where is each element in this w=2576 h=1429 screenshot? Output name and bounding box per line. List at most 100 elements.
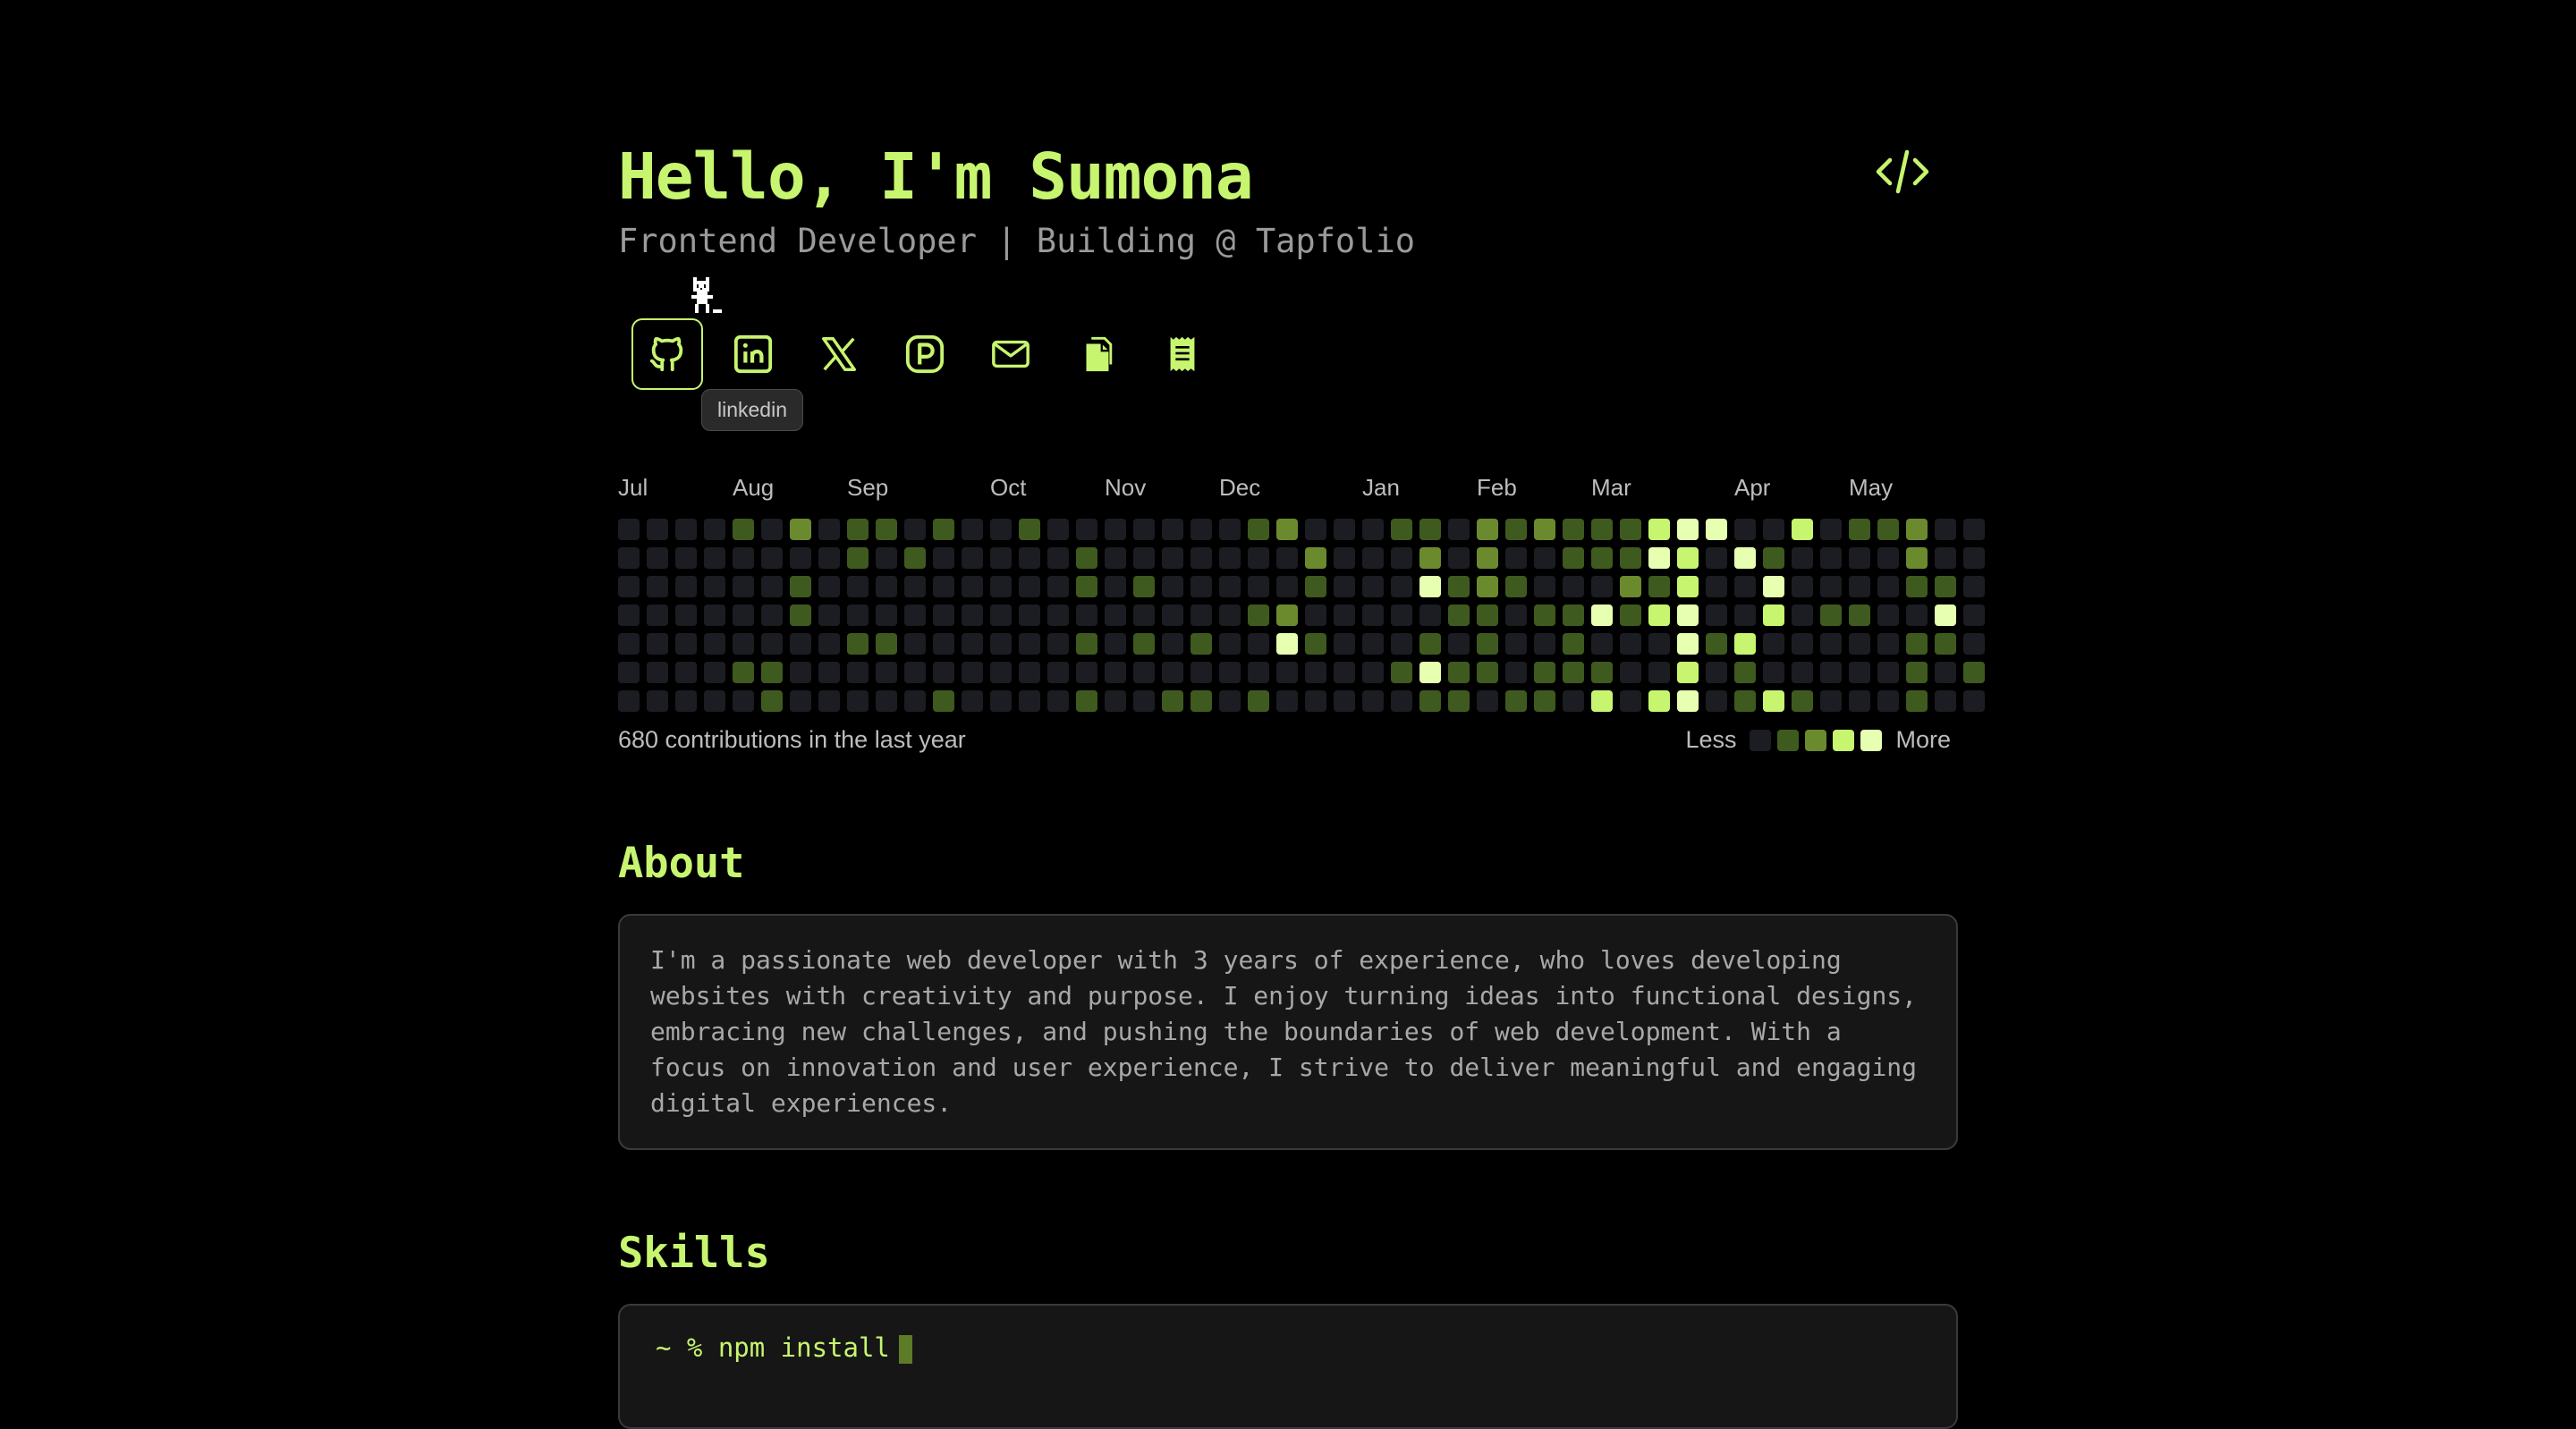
- contribution-cell[interactable]: [1133, 662, 1155, 683]
- contribution-cell[interactable]: [675, 576, 697, 597]
- email-link[interactable]: [975, 318, 1046, 390]
- contribution-cell[interactable]: [790, 519, 811, 540]
- contribution-cell[interactable]: [1391, 605, 1412, 626]
- contribution-cell[interactable]: [1448, 547, 1470, 569]
- contribution-cell[interactable]: [1133, 576, 1155, 597]
- contribution-cell[interactable]: [1677, 519, 1699, 540]
- contribution-cell[interactable]: [1792, 690, 1813, 712]
- contribution-cell[interactable]: [1734, 633, 1756, 655]
- contribution-cell[interactable]: [1563, 547, 1584, 569]
- contribution-cell[interactable]: [1076, 576, 1097, 597]
- contribution-cell[interactable]: [1019, 662, 1040, 683]
- contribution-cell[interactable]: [1849, 690, 1870, 712]
- contribution-cell[interactable]: [847, 605, 869, 626]
- contribution-cell[interactable]: [761, 690, 783, 712]
- contribution-cell[interactable]: [1191, 690, 1212, 712]
- contribution-cell[interactable]: [1534, 690, 1555, 712]
- contribution-cell[interactable]: [1219, 519, 1241, 540]
- contribution-cell[interactable]: [1362, 547, 1384, 569]
- contribution-cell[interactable]: [1477, 633, 1498, 655]
- contribution-cell[interactable]: [1334, 690, 1355, 712]
- contribution-cell[interactable]: [1877, 690, 1899, 712]
- contribution-cell[interactable]: [1305, 519, 1326, 540]
- contribution-cell[interactable]: [1219, 547, 1241, 569]
- contribution-cell[interactable]: [647, 547, 668, 569]
- contribution-cell[interactable]: [1849, 519, 1870, 540]
- contribution-cell[interactable]: [1706, 519, 1727, 540]
- contribution-cell[interactable]: [1362, 519, 1384, 540]
- contribution-cell[interactable]: [1105, 547, 1126, 569]
- contribution-cell[interactable]: [1677, 547, 1699, 569]
- contribution-cell[interactable]: [1076, 690, 1097, 712]
- contribution-cell[interactable]: [1477, 605, 1498, 626]
- contribution-cell[interactable]: [1877, 576, 1899, 597]
- peerlist-link[interactable]: [889, 318, 961, 390]
- contribution-cell[interactable]: [761, 576, 783, 597]
- contribution-cell[interactable]: [1763, 519, 1784, 540]
- contribution-cell[interactable]: [962, 576, 983, 597]
- resume-link[interactable]: [1147, 318, 1218, 390]
- contribution-cell[interactable]: [1648, 690, 1670, 712]
- contribution-cell[interactable]: [990, 547, 1012, 569]
- contribution-cell[interactable]: [1248, 547, 1269, 569]
- contribution-cell[interactable]: [1935, 690, 1956, 712]
- contribution-cell[interactable]: [1019, 690, 1040, 712]
- contribution-cell[interactable]: [1305, 662, 1326, 683]
- contribution-cell[interactable]: [1276, 605, 1298, 626]
- contribution-cell[interactable]: [990, 605, 1012, 626]
- contribution-cell[interactable]: [1820, 605, 1842, 626]
- contribution-cell[interactable]: [904, 547, 926, 569]
- contribution-cell[interactable]: [1162, 690, 1183, 712]
- contribution-cell[interactable]: [1820, 662, 1842, 683]
- contribution-cell[interactable]: [1792, 547, 1813, 569]
- contribution-cell[interactable]: [1276, 662, 1298, 683]
- contribution-cell[interactable]: [647, 605, 668, 626]
- contribution-cell[interactable]: [733, 633, 754, 655]
- contribution-cell[interactable]: [1534, 633, 1555, 655]
- contribution-cell[interactable]: [704, 662, 725, 683]
- contribution-cell[interactable]: [675, 633, 697, 655]
- contribution-cell[interactable]: [733, 605, 754, 626]
- contribution-cell[interactable]: [904, 576, 926, 597]
- contribution-cell[interactable]: [1047, 576, 1069, 597]
- contribution-cell[interactable]: [1849, 662, 1870, 683]
- contribution-cell[interactable]: [1763, 690, 1784, 712]
- contribution-cell[interactable]: [790, 662, 811, 683]
- contribution-cell[interactable]: [1391, 662, 1412, 683]
- contribution-cell[interactable]: [1162, 662, 1183, 683]
- contribution-cell[interactable]: [1820, 576, 1842, 597]
- contribution-cell[interactable]: [1448, 519, 1470, 540]
- contribution-cell[interactable]: [933, 633, 954, 655]
- contribution-cell[interactable]: [1677, 690, 1699, 712]
- contribution-cell[interactable]: [1334, 633, 1355, 655]
- contribution-cell[interactable]: [1219, 633, 1241, 655]
- contribution-cell[interactable]: [1391, 519, 1412, 540]
- contribution-cell[interactable]: [990, 576, 1012, 597]
- contribution-cell[interactable]: [1076, 633, 1097, 655]
- contribution-cell[interactable]: [733, 519, 754, 540]
- contribution-cell[interactable]: [847, 519, 869, 540]
- contribution-cell[interactable]: [1419, 605, 1441, 626]
- contribution-cell[interactable]: [1334, 662, 1355, 683]
- contribution-cell[interactable]: [1248, 519, 1269, 540]
- contribution-cell[interactable]: [1563, 519, 1584, 540]
- contribution-cell[interactable]: [1191, 662, 1212, 683]
- contribution-cell[interactable]: [761, 633, 783, 655]
- contribution-cell[interactable]: [1047, 662, 1069, 683]
- contribution-cell[interactable]: [1591, 519, 1613, 540]
- contribution-cell[interactable]: [647, 690, 668, 712]
- contribution-cell[interactable]: [1906, 547, 1928, 569]
- contribution-cell[interactable]: [1477, 547, 1498, 569]
- contribution-cell[interactable]: [1648, 576, 1670, 597]
- contribution-cell[interactable]: [1820, 690, 1842, 712]
- contribution-cell[interactable]: [1820, 519, 1842, 540]
- contribution-cell[interactable]: [1906, 690, 1928, 712]
- contribution-cell[interactable]: [1419, 519, 1441, 540]
- contribution-cell[interactable]: [1362, 576, 1384, 597]
- contribution-cell[interactable]: [647, 519, 668, 540]
- contribution-cell[interactable]: [876, 690, 897, 712]
- contribution-cell[interactable]: [1792, 519, 1813, 540]
- contribution-cell[interactable]: [1706, 547, 1727, 569]
- contribution-cell[interactable]: [1792, 633, 1813, 655]
- contribution-cell[interactable]: [818, 690, 840, 712]
